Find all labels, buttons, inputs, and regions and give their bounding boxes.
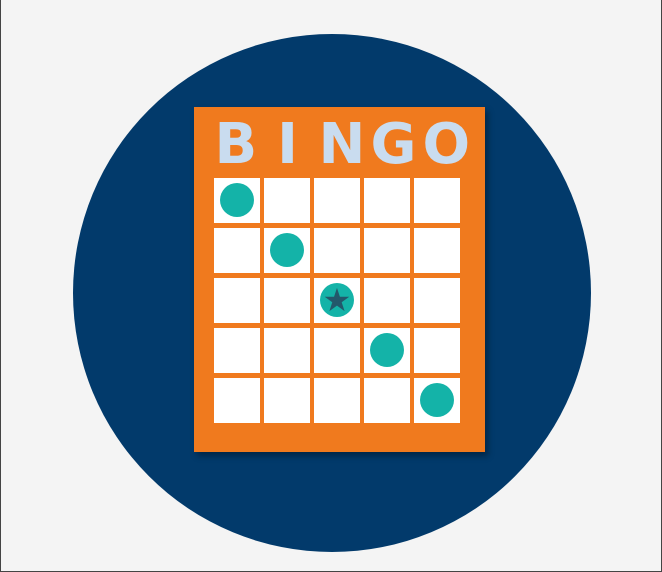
bingo-title: B I N G O xyxy=(194,115,485,175)
bingo-cell xyxy=(214,178,260,223)
bingo-card: B I N G O ★ xyxy=(194,107,485,452)
bingo-cell xyxy=(214,378,260,423)
bingo-grid: ★ xyxy=(214,178,460,423)
title-letter-i: I xyxy=(277,112,298,177)
bingo-cell xyxy=(414,328,460,373)
bingo-cell xyxy=(364,178,410,223)
bingo-cell xyxy=(314,328,360,373)
bingo-cell xyxy=(264,178,310,223)
title-letter-g: G xyxy=(370,112,417,177)
bingo-cell xyxy=(214,328,260,373)
bingo-cell xyxy=(364,278,410,323)
bingo-cell xyxy=(264,328,310,373)
bingo-cell xyxy=(414,278,460,323)
title-letter-n: N xyxy=(318,112,366,177)
bingo-cell xyxy=(264,228,310,273)
marker-dot-icon xyxy=(420,383,454,417)
marker-dot-icon: ★ xyxy=(320,283,354,317)
bingo-cell xyxy=(314,178,360,223)
marker-dot-icon xyxy=(270,233,304,267)
bingo-cell: ★ xyxy=(314,278,360,323)
bingo-cell xyxy=(214,278,260,323)
free-space-star-icon: ★ xyxy=(322,281,352,319)
bingo-cell xyxy=(414,378,460,423)
bingo-cell xyxy=(364,328,410,373)
marker-dot-icon xyxy=(220,183,254,217)
bingo-cell xyxy=(264,278,310,323)
bingo-cell xyxy=(314,228,360,273)
bingo-cell xyxy=(214,228,260,273)
title-letter-b: B xyxy=(214,112,258,177)
bingo-cell xyxy=(414,228,460,273)
illustration-frame: B I N G O ★ xyxy=(0,0,662,572)
bingo-cell xyxy=(414,178,460,223)
marker-dot-icon xyxy=(370,333,404,367)
bingo-cell xyxy=(364,228,410,273)
bingo-cell xyxy=(264,378,310,423)
title-letter-o: O xyxy=(422,112,471,177)
bingo-cell xyxy=(314,378,360,423)
bingo-cell xyxy=(364,378,410,423)
